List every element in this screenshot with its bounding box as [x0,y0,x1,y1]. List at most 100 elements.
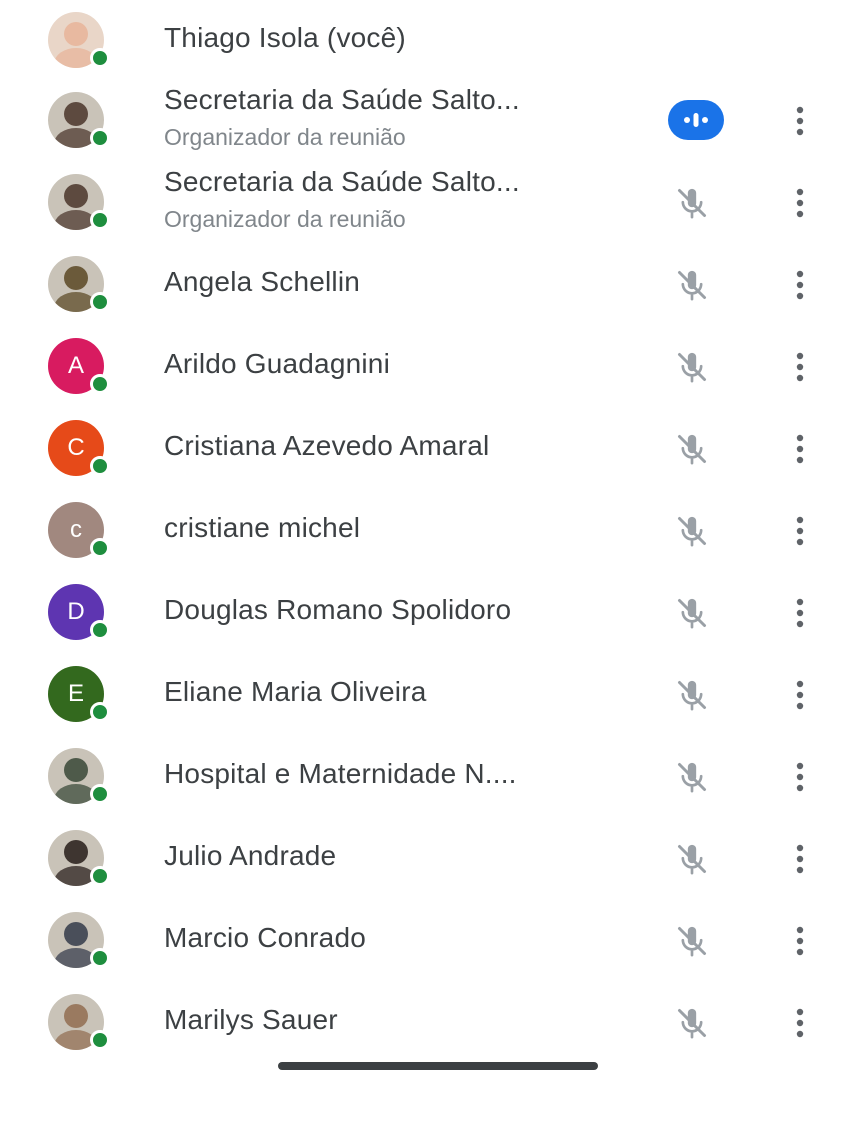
mic-off-icon [668,179,716,227]
participant-row[interactable]: Hospital e Maternidade N.... [0,736,853,818]
presence-dot-icon [90,374,110,394]
presence-dot-icon [90,948,110,968]
more-vert-icon [796,680,804,710]
participant-row[interactable]: Thiago Isola (você) [0,0,853,82]
participant-row[interactable]: E Eliane Maria Oliveira [0,654,853,736]
participant-row[interactable]: Angela Schellin [0,244,853,326]
more-options-button[interactable] [780,671,820,719]
participant-name: Douglas Romano Spolidoro [164,594,512,625]
more-options-button[interactable] [780,179,820,227]
mic-off-icon [678,270,706,301]
mic-off-icon [678,516,706,547]
more-vert-icon [796,188,804,218]
mic-off-icon [678,680,706,711]
mic-off-icon [668,507,716,555]
participant-row[interactable]: Marcio Conrado [0,900,853,982]
presence-dot-icon [90,128,110,148]
participant-name: Arildo Guadagnini [164,348,390,379]
mic-off-icon [668,835,716,883]
participant-role: Organizador da reunião [164,124,406,150]
mic-off-icon [668,343,716,391]
mic-off-icon [668,261,716,309]
presence-dot-icon [90,702,110,722]
mic-off-icon [678,352,706,383]
mic-off-icon [668,425,716,473]
more-vert-icon [796,926,804,956]
participant-row[interactable]: Marilys Sauer [0,982,853,1064]
mic-off-icon [668,671,716,719]
mic-off-icon [678,434,706,465]
participant-row[interactable]: D Douglas Romano Spolidoro [0,572,853,654]
more-vert-icon [796,844,804,874]
mic-off-icon [668,917,716,965]
more-vert-icon [796,434,804,464]
presence-dot-icon [90,620,110,640]
avatar [48,912,110,968]
participant-row[interactable]: Secretaria da Saúde Salto... Organizador … [0,162,853,244]
participant-name: Julio Andrade [164,840,337,871]
more-vert-icon [796,762,804,792]
more-vert-icon [796,598,804,628]
avatar [48,92,110,148]
participant-name: Secretaria da Saúde Salto... [164,166,520,197]
home-indicator[interactable] [278,1062,598,1070]
more-vert-icon [796,270,804,300]
audio-level-icon [668,100,724,140]
participant-row[interactable]: Secretaria da Saúde Salto... Organizador … [0,80,853,162]
presence-dot-icon [90,456,110,476]
participant-row[interactable]: c cristiane michel [0,490,853,572]
more-options-button[interactable] [780,835,820,883]
more-options-button[interactable] [780,999,820,1047]
participant-name: Eliane Maria Oliveira [164,676,427,707]
more-options-button[interactable] [780,261,820,309]
participant-row[interactable]: A Arildo Guadagnini [0,326,853,408]
avatar [48,830,110,886]
more-options-button[interactable] [780,589,820,637]
avatar [48,256,110,312]
presence-dot-icon [90,292,110,312]
presence-dot-icon [90,538,110,558]
presence-dot-icon [90,784,110,804]
avatar: A [48,338,110,394]
more-options-button[interactable] [780,507,820,555]
more-vert-icon [796,106,804,136]
participant-name: Thiago Isola (você) [164,22,406,53]
presence-dot-icon [90,210,110,230]
participant-name: Secretaria da Saúde Salto... [164,84,520,115]
participant-name: Hospital e Maternidade N.... [164,758,517,789]
mic-off-icon [678,762,706,793]
participant-name: Marcio Conrado [164,922,366,953]
participant-row[interactable]: Julio Andrade [0,818,853,900]
avatar [48,174,110,230]
more-options-button[interactable] [780,425,820,473]
mic-off-icon [678,598,706,629]
avatar: E [48,666,110,722]
mic-off-icon [678,1008,706,1039]
more-vert-icon [796,516,804,546]
mic-off-icon [678,188,706,219]
avatar: D [48,584,110,640]
more-options-button[interactable] [780,343,820,391]
more-options-button[interactable] [780,753,820,801]
participant-name: Marilys Sauer [164,1004,338,1035]
participants-screen: Thiago Isola (você) Secretaria da Saúde S… [0,0,853,1124]
participant-role: Organizador da reunião [164,206,406,232]
mic-off-icon [668,753,716,801]
avatar: c [48,502,110,558]
participant-row[interactable]: C Cristiana Azevedo Amaral [0,408,853,490]
presence-dot-icon [90,866,110,886]
mic-off-icon [678,844,706,875]
participant-name: Angela Schellin [164,266,361,297]
more-options-button[interactable] [780,97,820,145]
mic-off-icon [668,999,716,1047]
avatar [48,12,110,68]
presence-dot-icon [90,48,110,68]
avatar [48,748,110,804]
mic-off-icon [678,926,706,957]
participant-name: cristiane michel [164,512,361,543]
more-vert-icon [796,1008,804,1038]
participant-name: Cristiana Azevedo Amaral [164,430,490,461]
audio-level-icon [684,113,708,127]
more-vert-icon [796,352,804,382]
more-options-button[interactable] [780,917,820,965]
